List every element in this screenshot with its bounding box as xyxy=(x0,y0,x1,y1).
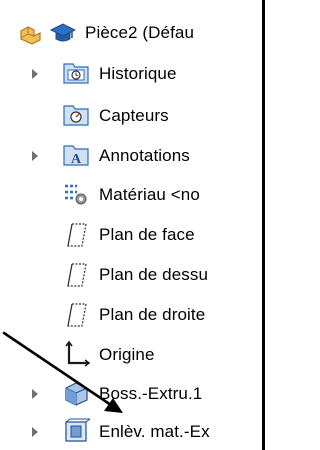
annotations-icon: A xyxy=(63,145,89,167)
tree-item-boss-extru[interactable]: Boss.-Extru.1 xyxy=(0,376,265,412)
plane-icon xyxy=(67,303,87,327)
tree-item-label: Origine xyxy=(99,345,155,364)
tree-item-label: Capteurs xyxy=(99,106,169,125)
part-icon xyxy=(20,26,41,45)
tree-item-historique[interactable]: Historique xyxy=(0,56,265,92)
extrude-boss-icon xyxy=(65,382,88,406)
tree-item-label: Boss.-Extru.1 xyxy=(99,384,203,403)
mortarboard-icon xyxy=(50,23,76,42)
tree-item-label: Historique xyxy=(99,64,177,83)
tree-item-plan-de-droite[interactable]: Plan de droite xyxy=(0,297,265,333)
tree-item-plan-de-face[interactable]: Plan de face xyxy=(0,217,265,253)
tree-root-part[interactable]: Pièce2 (Défau xyxy=(0,14,265,54)
tree-item-label: Matériau <no xyxy=(99,185,200,204)
expand-arrow-icon[interactable] xyxy=(32,69,38,79)
expand-arrow-icon[interactable] xyxy=(32,427,38,437)
tree-item-origine[interactable]: Origine xyxy=(0,337,265,373)
history-folder-icon xyxy=(63,63,89,84)
expand-arrow-icon[interactable] xyxy=(32,389,38,399)
expand-arrow-icon[interactable] xyxy=(32,151,38,161)
sensors-folder-icon xyxy=(63,105,89,126)
tree-item-label: Plan de dessu xyxy=(99,265,209,284)
tree-item-enlev-mat[interactable]: Enlèv. mat.-Ex xyxy=(0,414,265,450)
part-name-label: Pièce2 (Défau xyxy=(85,23,195,42)
plane-icon xyxy=(67,223,87,247)
tree-item-annotations[interactable]: A Annotations xyxy=(0,138,265,174)
tree-item-materiau[interactable]: Matériau <no xyxy=(0,177,265,213)
plane-icon xyxy=(67,263,87,287)
tree-item-label: Plan de droite xyxy=(99,305,206,324)
tree-item-label: Plan de face xyxy=(99,225,195,244)
svg-text:A: A xyxy=(71,152,82,167)
feature-manager-tree: Pièce2 (Défau Historique Capteurs A Anno… xyxy=(0,0,265,450)
tree-item-label: Enlèv. mat.-Ex xyxy=(99,422,210,441)
tree-item-capteurs[interactable]: Capteurs xyxy=(0,98,265,134)
panel-right-border xyxy=(262,0,265,450)
extrude-cut-icon xyxy=(65,418,90,442)
material-icon xyxy=(65,184,87,205)
tree-item-label: Annotations xyxy=(99,146,190,165)
tree-item-plan-de-dessus[interactable]: Plan de dessu xyxy=(0,257,265,293)
origin-icon xyxy=(65,340,90,367)
